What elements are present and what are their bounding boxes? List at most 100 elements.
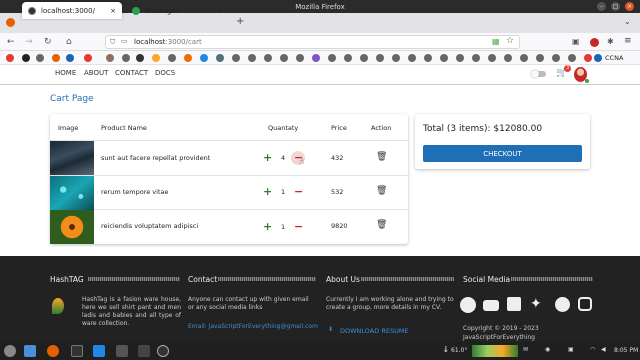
delete-icon[interactable]: 🗑 xyxy=(376,152,387,162)
bookmark-globe-icon[interactable] xyxy=(232,54,240,62)
footer-contact-email[interactable]: Email: JavaScriptForEverything@gmail.com xyxy=(188,323,318,330)
bookmark-globe-icon[interactable] xyxy=(440,54,448,62)
bookmark-globe-icon[interactable] xyxy=(456,54,464,62)
tab-localhost[interactable]: localhost:3000/ × xyxy=(22,2,122,19)
network-icon[interactable]: ▣ xyxy=(568,346,574,353)
terminal-icon[interactable] xyxy=(71,345,83,357)
bookmark-circle-icon[interactable] xyxy=(106,54,114,62)
tab-close-icon[interactable]: × xyxy=(110,7,116,15)
bookmark-globe-icon[interactable] xyxy=(376,54,384,62)
bookmark-globe-icon[interactable] xyxy=(36,54,44,62)
tab-close-icon[interactable]: × xyxy=(218,7,224,15)
volume-icon[interactable]: ◀ xyxy=(601,346,606,353)
extensions-icon[interactable]: ✱ xyxy=(607,37,614,46)
mail-icon[interactable]: ✉ xyxy=(523,346,528,353)
bookmark-globe-icon[interactable] xyxy=(344,54,352,62)
bookmark-dark-icon[interactable] xyxy=(136,54,144,62)
page-info-icon[interactable]: ▭ xyxy=(121,37,128,45)
bookmark-youtube-icon[interactable] xyxy=(84,54,92,62)
nav-docs[interactable]: DOCS xyxy=(155,69,175,77)
footer-copyright: Copyright © 2019 - 2023 xyxy=(463,325,539,332)
tab-list-icon[interactable]: ⌄ xyxy=(624,17,631,26)
bookmark-youtube-icon[interactable] xyxy=(6,54,14,62)
bookmark-a-icon[interactable] xyxy=(22,54,30,62)
checkout-button[interactable]: CHECKOUT xyxy=(423,145,582,162)
start-menu-icon[interactable] xyxy=(4,345,16,357)
twitter-icon[interactable]: ✦ xyxy=(530,296,542,312)
bookmark-globe-icon[interactable] xyxy=(280,54,288,62)
shield-icon[interactable]: ⛉ xyxy=(110,38,115,47)
home-icon[interactable]: ⌂ xyxy=(66,37,72,47)
app-icon[interactable] xyxy=(138,345,150,357)
obs-icon[interactable] xyxy=(157,345,169,357)
window-title: Mozilla Firefox xyxy=(295,2,345,11)
bookmark-globe-icon[interactable] xyxy=(248,54,256,62)
youtube-icon[interactable] xyxy=(483,300,499,311)
bookmark-globe-icon[interactable] xyxy=(504,54,512,62)
wifi-icon[interactable]: ◠ xyxy=(590,346,595,353)
nav-contact[interactable]: CONTACT xyxy=(115,69,148,77)
bookmark-globe-icon[interactable] xyxy=(552,54,560,62)
instagram-icon[interactable] xyxy=(578,297,592,311)
pocket-icon[interactable]: ▣ xyxy=(572,37,580,46)
bookmark-globe-icon[interactable] xyxy=(296,54,304,62)
bookmark-search-icon[interactable] xyxy=(216,54,224,62)
col-price: Price xyxy=(331,124,347,132)
bookmark-globe-icon[interactable] xyxy=(328,54,336,62)
increase-qty-button[interactable]: + xyxy=(263,220,272,233)
bookmark-globe-icon[interactable] xyxy=(536,54,544,62)
forward-icon[interactable]: → xyxy=(25,37,33,47)
linkedin-icon[interactable] xyxy=(507,297,521,311)
account-icon[interactable] xyxy=(590,38,599,47)
bookmark-globe-icon[interactable] xyxy=(360,54,368,62)
firefox-taskbar-icon[interactable] xyxy=(47,345,59,357)
menu-icon[interactable]: ≡ xyxy=(624,36,632,46)
sublime-icon[interactable] xyxy=(116,345,128,357)
download-resume-button[interactable]: DOWNLOAD RESUME xyxy=(340,327,409,335)
bookmark-blue-icon[interactable] xyxy=(200,54,208,62)
nav-home[interactable]: HOME xyxy=(55,69,76,77)
github-icon[interactable] xyxy=(460,297,476,313)
bookmark-star-icon[interactable]: ☆ xyxy=(506,36,514,46)
files-icon[interactable] xyxy=(24,345,36,357)
url-bar[interactable]: localhost:3000/cart xyxy=(105,35,520,49)
bookmark-orange-icon[interactable] xyxy=(184,54,192,62)
facebook-icon[interactable] xyxy=(555,297,570,312)
bookmark-globe-icon[interactable] xyxy=(408,54,416,62)
decrease-qty-button[interactable]: − xyxy=(294,220,303,233)
extension-icon[interactable]: ▦ xyxy=(492,37,500,46)
maximize-icon[interactable]: □ xyxy=(611,2,620,11)
increase-qty-button[interactable]: + xyxy=(263,151,272,164)
decrease-qty-button[interactable]: − xyxy=(294,185,303,198)
bookmark-red-icon[interactable] xyxy=(584,54,592,62)
back-icon[interactable]: ← xyxy=(7,37,15,47)
obs-tray-icon[interactable]: ◉ xyxy=(545,346,550,353)
bookmark-ccna[interactable]: CCNA xyxy=(605,54,623,62)
bookmark-globe-icon[interactable] xyxy=(392,54,400,62)
theme-toggle[interactable] xyxy=(531,70,546,78)
delete-icon[interactable]: 🗑 xyxy=(376,220,387,230)
bookmark-globe-icon[interactable] xyxy=(568,54,576,62)
minimize-icon[interactable]: – xyxy=(597,2,606,11)
firefox-menu-icon[interactable] xyxy=(6,18,15,27)
bookmark-globe-icon[interactable] xyxy=(122,54,130,62)
increase-qty-button[interactable]: + xyxy=(263,185,272,198)
bookmark-globe-icon[interactable] xyxy=(488,54,496,62)
bookmark-globe-icon[interactable] xyxy=(472,54,480,62)
tab-messages[interactable]: Messages × xyxy=(126,2,230,19)
close-icon[interactable]: × xyxy=(625,2,634,11)
vscode-icon[interactable] xyxy=(93,345,105,357)
bookmark-globe-icon[interactable] xyxy=(168,54,176,62)
bookmark-globe-icon[interactable] xyxy=(424,54,432,62)
delete-icon[interactable]: 🗑 xyxy=(376,186,387,196)
nav-about[interactable]: ABOUT xyxy=(84,69,108,77)
bookmark-purple-icon[interactable] xyxy=(312,54,320,62)
bookmark-globe-icon[interactable] xyxy=(520,54,528,62)
reload-icon[interactable]: ↻ xyxy=(44,37,52,47)
bookmark-yellow-icon[interactable] xyxy=(152,54,160,62)
bookmark-v-icon[interactable] xyxy=(66,54,74,62)
bookmark-globe-icon[interactable] xyxy=(264,54,272,62)
bookmark-firefox-icon[interactable] xyxy=(52,54,60,62)
bookmark-cisco-icon[interactable] xyxy=(594,54,602,62)
new-tab-icon[interactable]: + xyxy=(236,16,244,27)
